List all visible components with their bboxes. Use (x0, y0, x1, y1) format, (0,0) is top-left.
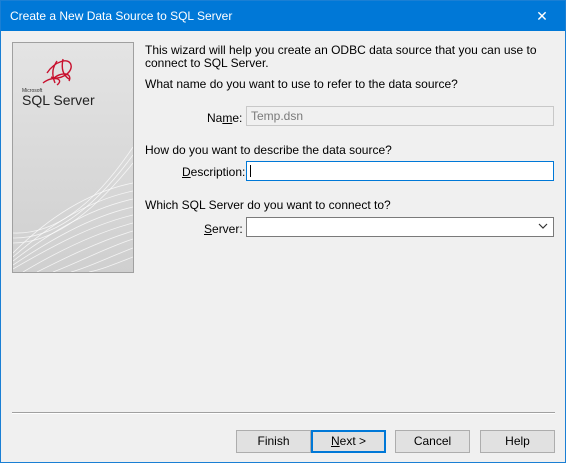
title-bar[interactable]: Create a New Data Source to SQL Server ✕ (1, 1, 565, 31)
help-button[interactable]: Help (480, 430, 555, 453)
description-question: How do you want to describe the data sou… (145, 143, 392, 157)
server-question: Which SQL Server do you want to connect … (145, 198, 391, 212)
window-title: Create a New Data Source to SQL Server (10, 9, 233, 23)
description-label: Description: (182, 165, 246, 179)
text-caret (250, 165, 251, 177)
name-field: Temp.dsn (246, 106, 554, 126)
finish-button[interactable]: Finish (236, 430, 311, 453)
server-label: Server: (204, 222, 243, 236)
footer-divider (12, 412, 555, 414)
wave-graphic: Microsoft SQL Server (13, 43, 133, 272)
server-combobox[interactable] (246, 217, 554, 237)
chevron-down-icon[interactable] (538, 221, 548, 234)
next-button[interactable]: Next > (311, 430, 386, 453)
intro-text: This wizard will help you create an ODBC… (145, 43, 537, 70)
close-icon[interactable]: ✕ (519, 1, 565, 31)
cancel-button[interactable]: Cancel (395, 430, 470, 453)
name-label: Name: (207, 111, 243, 125)
description-input[interactable] (246, 161, 554, 181)
logo-brand-large: SQL Server (22, 92, 95, 108)
sql-server-logo-panel: Microsoft SQL Server (12, 42, 134, 273)
dialog-window: Create a New Data Source to SQL Server ✕ (0, 0, 566, 463)
name-question: What name do you want to use to refer to… (145, 77, 458, 91)
